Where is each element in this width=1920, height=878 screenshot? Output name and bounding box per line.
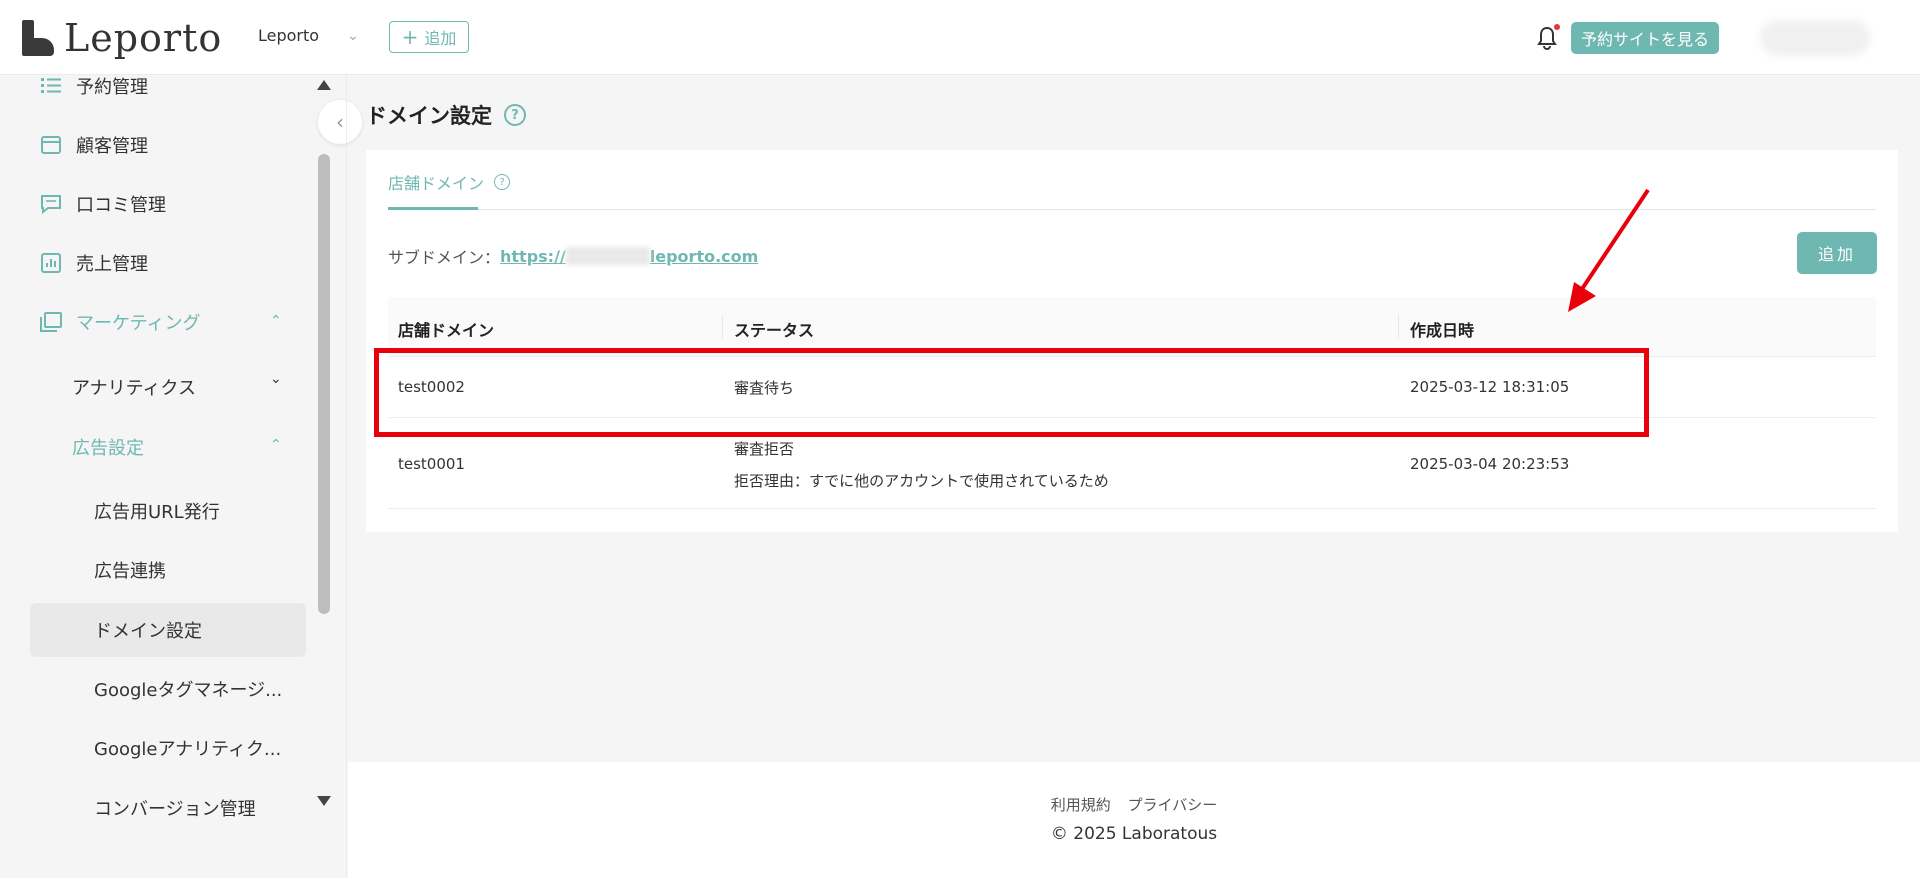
help-icon[interactable]: ?	[504, 104, 526, 126]
sidebar-item-ad-link[interactable]: 広告連携	[94, 557, 166, 583]
leporto-logo[interactable]: Leporto	[22, 16, 223, 60]
sidebar-item-domain[interactable]: ドメイン設定	[94, 617, 202, 643]
sidebar-item-ad-settings[interactable]: 広告設定	[72, 434, 144, 460]
notification-dot	[1554, 24, 1560, 30]
add-store-label: 追加	[424, 29, 457, 48]
sidebar-item-marketing[interactable]: マーケティング	[40, 309, 201, 335]
plus-icon: +	[401, 25, 419, 49]
terms-link[interactable]: 利用規約	[1051, 796, 1111, 814]
subdomain-label: サブドメイン：	[388, 248, 501, 267]
sidebar-item-label: 予約管理	[76, 77, 148, 98]
annotation-highlight-box	[374, 348, 1649, 437]
column-header-created: 作成日時	[1410, 321, 1475, 340]
scroll-up-arrow-icon[interactable]	[317, 80, 331, 90]
collapse-sidebar-button[interactable]: ‹	[318, 100, 362, 144]
sidebar-item-ad-url[interactable]: 広告用URL発行	[94, 498, 220, 524]
comment-icon	[40, 193, 62, 215]
notification-bell-icon[interactable]	[1536, 24, 1560, 50]
tab-bar-divider	[388, 209, 1876, 210]
subdomain-link-prefix: https://	[500, 246, 566, 266]
footer: 利用規約 プライバシー © 2025 Laboratous	[348, 762, 1920, 878]
page-title: ドメイン設定 ?	[366, 100, 526, 130]
footer-links: 利用規約 プライバシー	[348, 794, 1920, 815]
tab-label: 店舗ドメイン	[388, 174, 485, 193]
sidebar-item-customers[interactable]: 顧客管理	[40, 132, 148, 158]
add-domain-button[interactable]: 追加	[1797, 232, 1877, 274]
user-menu-blurred[interactable]	[1760, 20, 1870, 56]
column-header-status: ステータス	[734, 321, 815, 340]
sidebar-item-sales[interactable]: 売上管理	[40, 250, 148, 276]
store-selector[interactable]: Leporto ⌄	[258, 26, 359, 45]
chevron-left-icon: ‹	[336, 110, 344, 134]
top-header: Leporto Leporto ⌄ + 追加 予約サイトを見る	[0, 0, 1920, 75]
sidebar-divider	[346, 75, 347, 878]
chevron-up-icon[interactable]: ⌃	[270, 313, 282, 329]
cell-domain: test0001	[398, 455, 465, 473]
sidebar: 予約管理 顧客管理 口コミ管理 売上管理 マーケティング ⌃ アナリティクス ⌄…	[0, 75, 318, 878]
scroll-down-arrow-icon[interactable]	[317, 796, 331, 806]
sidebar-item-label: 顧客管理	[76, 136, 148, 157]
chart-icon	[40, 252, 62, 274]
cell-created: 2025-03-04 20:23:53	[1410, 455, 1570, 473]
column-divider	[722, 315, 723, 339]
help-icon[interactable]: ?	[494, 174, 511, 190]
store-name: Leporto	[258, 26, 320, 45]
marketing-icon	[40, 311, 62, 333]
add-store-button[interactable]: + 追加	[389, 21, 469, 53]
sidebar-item-reservations[interactable]: 予約管理	[40, 75, 148, 99]
sidebar-item-reviews[interactable]: 口コミ管理	[40, 191, 166, 217]
privacy-link[interactable]: プライバシー	[1128, 796, 1218, 814]
column-divider	[1398, 315, 1399, 339]
cell-status: 審査拒否	[734, 440, 795, 458]
chevron-down-icon[interactable]: ⌄	[270, 371, 282, 387]
store-icon	[40, 134, 62, 156]
tab-store-domain[interactable]: 店舗ドメイン ?	[388, 170, 511, 194]
sidebar-item-ga[interactable]: Googleアナリティク...	[94, 735, 281, 761]
column-header-domain: 店舗ドメイン	[398, 321, 495, 340]
active-tab-indicator	[388, 207, 478, 210]
sidebar-item-gtm[interactable]: Googleタグマネージ...	[94, 676, 282, 702]
chevron-up-icon[interactable]: ⌃	[270, 437, 282, 453]
sidebar-item-analytics[interactable]: アナリティクス	[72, 374, 196, 400]
sidebar-item-conversion[interactable]: コンバージョン管理	[94, 795, 256, 821]
cell-status-reason: 拒否理由：すでに他のアカウントで使用されているため	[734, 472, 1109, 490]
sidebar-item-label: 口コミ管理	[76, 195, 166, 216]
copyright-text: © 2025 Laboratous	[1050, 824, 1218, 844]
sidebar-item-label: マーケティング	[76, 313, 201, 334]
subdomain-link-suffix: leporto.com	[649, 246, 759, 266]
logo-mark-icon	[22, 20, 56, 56]
redacted-subdomain	[565, 247, 650, 265]
subdomain-row: サブドメイン： https:// leporto.com	[388, 244, 758, 268]
sidebar-item-label: 売上管理	[76, 254, 148, 275]
chevron-down-icon: ⌄	[347, 27, 359, 44]
page-title-text: ドメイン設定	[366, 104, 492, 128]
logo-text: Leporto	[64, 16, 223, 60]
list-icon	[40, 75, 62, 97]
subdomain-link[interactable]: https:// leporto.com	[500, 247, 758, 266]
domain-card: 店舗ドメイン ? サブドメイン： https:// leporto.com 追加…	[366, 150, 1898, 532]
view-booking-site-button[interactable]: 予約サイトを見る	[1571, 22, 1719, 54]
scrollbar-thumb[interactable]	[318, 154, 330, 614]
